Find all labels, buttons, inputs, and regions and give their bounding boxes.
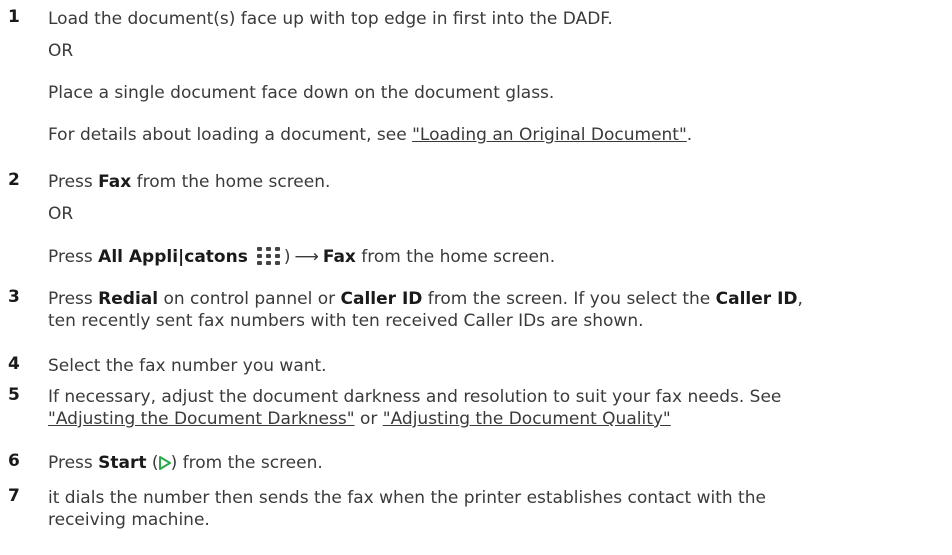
step-text: it dials the number then sends the fax w… [48,488,766,508]
adjusting-quality-link[interactable]: "Adjusting the Document Quality" [383,409,671,429]
grid-dots-icon [256,247,282,265]
step-text: If necessary, adjust the document darkne… [48,387,782,407]
step-number: 5 [8,385,20,405]
step-number: 2 [8,170,20,190]
step-number: 6 [8,451,20,471]
step-alt-text: Place a single document face down on the… [48,83,555,103]
step-number: 1 [8,7,20,27]
step-text-mid: on control pannel or [158,289,341,309]
press-text: Press [48,453,99,473]
step-text-line2: ten recently sent fax numbers with ten r… [48,311,644,331]
or-label: OR [48,204,74,224]
start-label: Start [98,453,147,473]
step-number: 7 [8,486,20,506]
or-text: or [354,409,383,429]
caller-id-label: Caller ID [340,289,423,309]
adjusting-darkness-link[interactable]: "Adjusting the Document Darkness" [48,409,355,429]
step-text-line2: receiving machine. [48,510,210,530]
loading-original-link[interactable]: "Loading an Original Document" [412,125,687,145]
step-text: Press Fax from the home screen. [48,170,948,194]
details-suffix: . [686,125,693,145]
from-home-text: from the home screen. [131,172,331,192]
step-alt-text: Press All Appli|catons ) ⟶ Fax from the ho… [48,245,948,269]
press-text: Press [48,289,99,309]
step-links: "Adjusting the Document Darkness" or "Ad… [48,407,948,431]
caller-id-label: Caller ID [715,289,798,309]
press-text: Press [48,247,99,267]
step-number: 3 [8,287,20,307]
step-text: Select the fax number you want. [48,356,327,376]
details-prefix: For details about loading a document, se… [48,125,413,145]
fax-label: Fax [98,172,132,192]
step-text: Press Redial on control pannel or Caller… [48,287,948,311]
step-number: 4 [8,354,20,374]
instruction-page: 1 Load the document(s) face up with top … [0,0,952,555]
redial-label: Redial [98,289,159,309]
all-applications-label: All Appli|catons [98,247,248,267]
from-home-text: from the home screen. [355,247,556,267]
open-paren: ( [146,453,159,473]
or-label: OR [48,41,74,61]
step-text: Load the document(s) face up with top ed… [48,9,613,29]
details-text: For details about loading a document, se… [48,123,948,147]
step-text-end: , [797,289,803,309]
close-paren-text: ) from the screen. [170,453,323,473]
play-triangle-icon [158,453,171,477]
press-text: Press [48,172,99,192]
step-text-mid2: from the screen. If you select the [422,289,716,309]
fax-label: Fax [322,247,356,267]
arrow-icon: ⟶ [294,247,319,267]
close-paren: ) [283,247,291,267]
step-text: Press Start ( ) from the screen. [48,451,948,477]
